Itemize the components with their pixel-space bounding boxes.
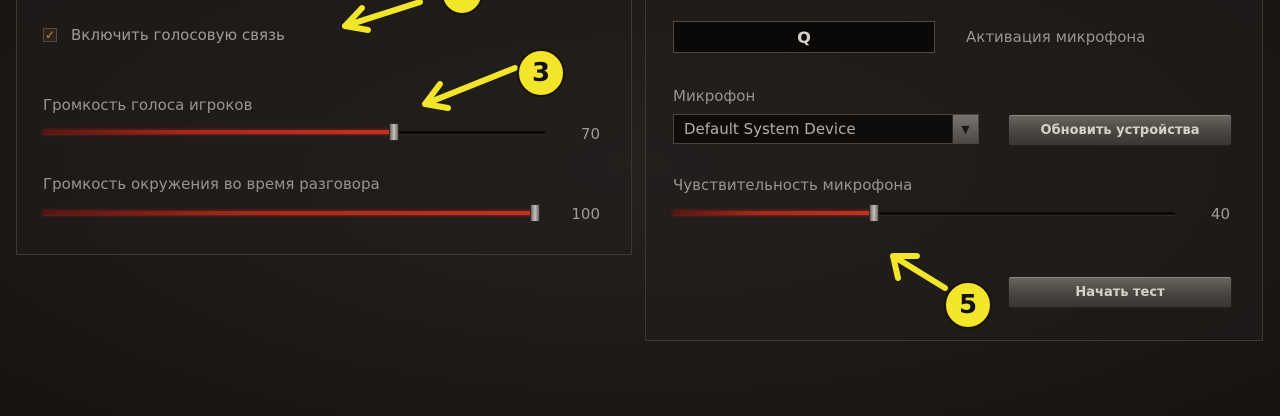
annotation-marker-5: 5 <box>944 281 992 329</box>
marker-partial <box>441 0 483 15</box>
annotation-arrows <box>342 0 948 291</box>
arrow-to-sensitivity-slider <box>890 253 948 291</box>
annotation-marker-3: 3 <box>517 49 565 97</box>
